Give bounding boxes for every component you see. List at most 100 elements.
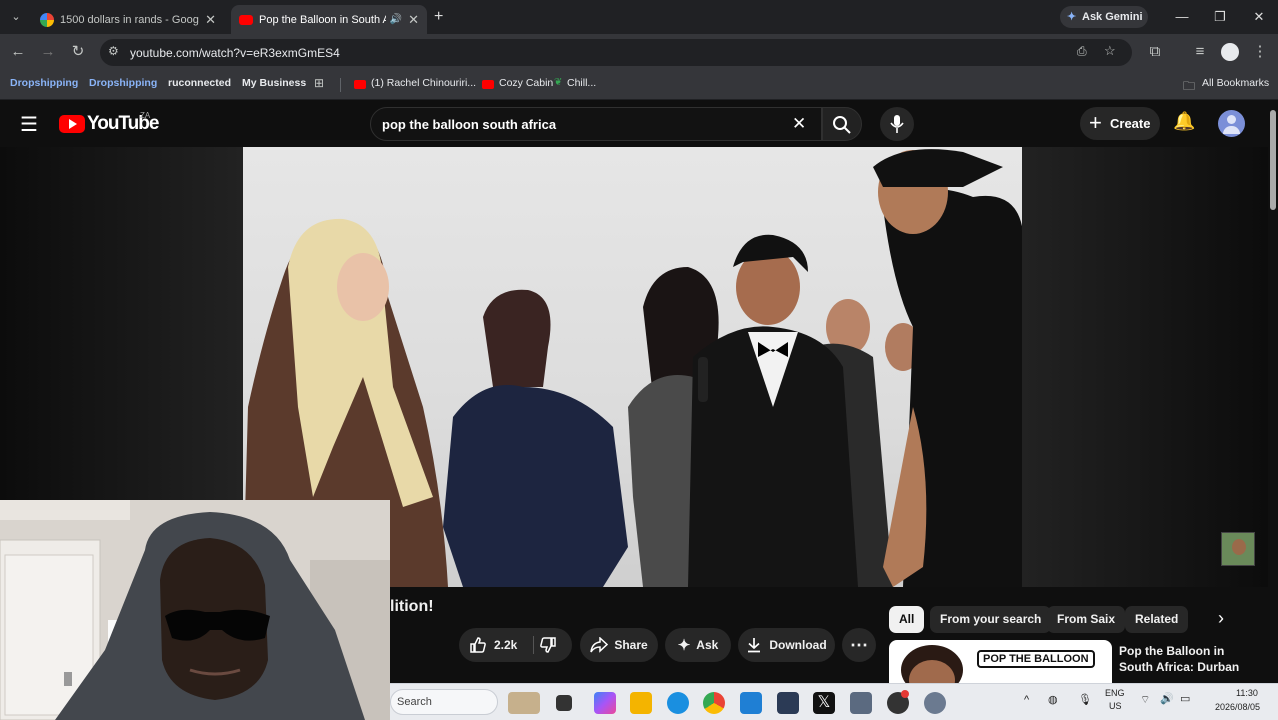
end-screen-channel-thumbnail[interactable] <box>1221 532 1255 566</box>
bookmark-star-icon[interactable]: ☆ <box>1104 43 1116 59</box>
ask-button[interactable]: ✦ Ask <box>665 628 731 662</box>
related-video-thumbnail[interactable]: POP THE BALLOON <box>889 640 1112 683</box>
chips-next-chevron-icon[interactable]: › <box>1218 608 1224 629</box>
youtube-logo-icon[interactable] <box>59 115 85 133</box>
ask-gemini-button[interactable]: ✦ Ask Gemini <box>1060 6 1148 28</box>
gemini-sparkle-icon: ✦ <box>1067 11 1077 23</box>
apps-grid-icon[interactable]: ⊞ <box>314 76 324 90</box>
search-highlight-icon[interactable] <box>508 692 540 714</box>
bookmark-dropshipping-2[interactable]: Dropshipping <box>89 77 157 89</box>
menu-dots-icon[interactable]: ⋮ <box>1250 42 1270 62</box>
thumbs-up-icon <box>470 637 486 653</box>
language-bottom[interactable]: US <box>1109 701 1122 711</box>
search-icon <box>833 116 851 134</box>
page-scrollbar[interactable] <box>1268 100 1278 683</box>
language-top[interactable]: ENG <box>1105 688 1125 698</box>
all-bookmarks[interactable]: All Bookmarks <box>1202 77 1269 89</box>
share-button[interactable]: Share <box>580 628 658 662</box>
youtube-search-input[interactable]: pop the balloon south africa ✕ <box>370 107 822 141</box>
profile-avatar[interactable] <box>1221 43 1239 61</box>
download-button[interactable]: Download <box>738 628 835 662</box>
notifications-bell-icon[interactable]: 🔔 <box>1173 111 1195 132</box>
edge-icon[interactable] <box>667 692 689 714</box>
scrollbar-thumb[interactable] <box>1270 110 1276 210</box>
address-bar[interactable]: ⚙ youtube.com/watch?v=eR3exmGmES4 ⎙ ☆ <box>100 39 1132 66</box>
volume-icon[interactable]: 🔊 <box>1160 692 1174 705</box>
close-window-icon[interactable]: ✕ <box>1244 6 1274 28</box>
more-actions-button[interactable]: ⋯ <box>842 628 876 662</box>
like-count: 2.2k <box>494 638 518 652</box>
forward-icon[interactable]: → <box>38 42 58 62</box>
google-icon <box>40 12 54 27</box>
browser-toolbar: ← → ↻ ⚙ youtube.com/watch?v=eR3exmGmES4 … <box>0 34 1278 70</box>
app-icon[interactable] <box>777 692 799 714</box>
restore-icon[interactable]: ❐ <box>1205 6 1235 28</box>
wifi-icon[interactable]: ⌔ <box>1140 693 1150 707</box>
create-button[interactable]: + Create <box>1080 107 1160 140</box>
dislike-button[interactable] <box>539 636 557 657</box>
chip-from-saix[interactable]: From Saix <box>1047 606 1126 633</box>
clock-date[interactable]: 2026/08/05 <box>1215 702 1260 712</box>
webcam-frame <box>0 500 390 720</box>
close-tab-icon[interactable]: ✕ <box>408 12 419 28</box>
chip-from-your-search[interactable]: From your search <box>930 606 1052 633</box>
battery-icon[interactable]: ▭ <box>1180 692 1190 705</box>
microphone-tray-icon[interactable]: 🎙 <box>1078 693 1092 706</box>
file-explorer-icon[interactable] <box>630 692 652 714</box>
leaf-icon: ❦ <box>554 77 563 88</box>
clear-search-icon[interactable]: ✕ <box>792 114 806 134</box>
voice-search-button[interactable] <box>880 107 914 141</box>
bookmark-dropshipping-1[interactable]: Dropshipping <box>10 77 78 89</box>
divider <box>533 636 534 654</box>
chip-all[interactable]: All <box>889 606 925 633</box>
like-dislike-group: 2.2k <box>459 628 572 662</box>
webcam-overlay <box>0 500 390 720</box>
like-button[interactable]: 2.2k <box>459 628 529 662</box>
tab-google-search[interactable]: 1500 dollars in rands - Google S ✕ <box>32 5 224 34</box>
settings-gear-icon[interactable] <box>924 692 946 714</box>
network-status-icon[interactable]: ◍ <box>1048 693 1058 706</box>
task-view-icon[interactable] <box>556 695 572 711</box>
vscode-icon[interactable] <box>740 692 762 714</box>
youtube-header: ☰ YouTube ZA pop the balloon south afric… <box>0 100 1278 147</box>
bookmark-chill[interactable]: Chill... <box>567 77 596 89</box>
youtube-icon <box>239 14 253 25</box>
copilot-icon[interactable] <box>594 692 616 714</box>
site-info-icon[interactable]: ⚙ <box>108 44 119 58</box>
tab-search-chevron-icon[interactable]: ⌄ <box>6 7 26 27</box>
search-button[interactable] <box>822 107 862 141</box>
recorder-icon[interactable] <box>887 690 909 714</box>
plus-icon: + <box>1089 110 1102 135</box>
camera-icon[interactable] <box>850 692 872 714</box>
share-icon <box>590 637 609 653</box>
bookmark-cozy-cabin[interactable]: Cozy Cabin <box>499 77 553 89</box>
back-icon[interactable]: ← <box>8 42 28 62</box>
install-app-icon[interactable]: ⎙ <box>1077 44 1087 59</box>
minimize-icon[interactable]: — <box>1167 6 1197 28</box>
download-icon <box>748 638 761 653</box>
more-dots-icon: ⋯ <box>850 634 868 655</box>
chip-related[interactable]: Related <box>1125 606 1189 633</box>
account-avatar[interactable] <box>1218 110 1245 137</box>
extensions-icon[interactable]: ⧉ <box>1145 42 1165 62</box>
tab-youtube-video[interactable]: Pop the Balloon in South Af 🔊 ✕ <box>231 5 427 34</box>
bookmark-ruconnected[interactable]: ruconnected <box>168 77 231 89</box>
bookmark-my-business[interactable]: My Business <box>242 77 306 89</box>
speaker-icon: 🔊 <box>389 14 403 25</box>
taskbar-search-box[interactable]: Search <box>390 689 498 715</box>
media-controls-icon[interactable]: ≡ <box>1190 42 1210 62</box>
x-twitter-icon[interactable]: 𝕏 <box>813 692 835 714</box>
bookmark-rachel[interactable]: (1) Rachel Chinouriri... <box>371 77 476 89</box>
clock-time[interactable]: 11:30 <box>1236 688 1258 698</box>
sparkle-icon: ✦ <box>677 637 691 654</box>
video-right-shade <box>1022 147 1268 587</box>
hamburger-menu-icon[interactable]: ☰ <box>20 112 38 137</box>
folder-icon: 🗀 <box>1183 79 1196 93</box>
close-tab-icon[interactable]: ✕ <box>205 12 216 28</box>
tray-chevron-icon[interactable]: ^ <box>1024 694 1029 706</box>
divider <box>340 78 341 92</box>
chrome-icon[interactable] <box>703 692 725 714</box>
reload-icon[interactable]: ↻ <box>68 42 88 62</box>
related-video-title[interactable]: Pop the Balloon in South Africa: Durban <box>1119 643 1247 675</box>
new-tab-icon[interactable]: + <box>434 8 443 26</box>
